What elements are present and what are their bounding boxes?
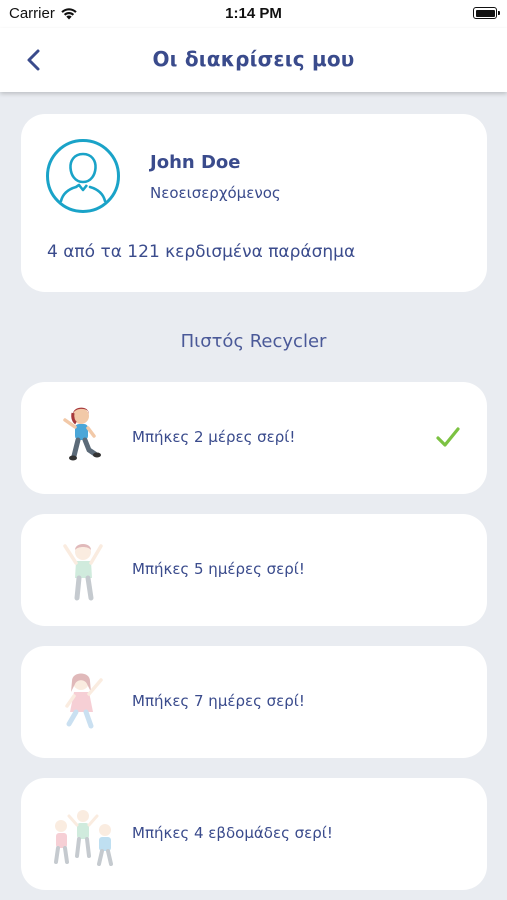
badge-label: Μπήκες 4 εβδομάδες σερί! xyxy=(132,824,333,842)
page-title: Οι διακρίσεις μου xyxy=(152,47,355,71)
badge-card[interactable]: Μπήκες 5 ημέρες σερί! xyxy=(21,514,487,626)
running-kid-illustration xyxy=(63,407,101,461)
user-avatar-icon xyxy=(46,139,120,213)
profile-rank: Νεοεισερχόμενος xyxy=(150,184,281,202)
jumping-kid-illustration xyxy=(63,544,103,601)
badge-label: Μπήκες 7 ημέρες σερί! xyxy=(132,692,305,710)
status-time: 1:14 PM xyxy=(225,5,282,22)
badge-card[interactable]: Μπήκες 2 μέρες σερί! xyxy=(21,382,487,494)
profile-card: John Doe Νεοεισερχόμενος 4 από τα 121 κε… xyxy=(21,114,487,292)
kids-group-illustration xyxy=(54,810,113,866)
badges-summary: 4 από τα 121 κερδισμένα παράσημα xyxy=(47,242,356,262)
badge-card[interactable]: Μπήκες 7 ημέρες σερί! xyxy=(21,646,487,758)
status-bar: Carrier 1:14 PM xyxy=(0,0,507,28)
badge-card[interactable]: Μπήκες 4 εβδομάδες σερί! xyxy=(21,778,487,890)
check-icon xyxy=(436,427,460,447)
section-title: Πιστός Recycler xyxy=(180,331,327,352)
battery-icon xyxy=(473,7,500,19)
badge-label: Μπήκες 2 μέρες σερί! xyxy=(132,428,296,446)
jumping-girl-illustration xyxy=(65,673,103,729)
nav-bar: Οι διακρίσεις μου xyxy=(0,28,507,92)
profile-name: John Doe xyxy=(150,152,241,173)
badge-label: Μπήκες 5 ημέρες σερί! xyxy=(132,560,305,578)
